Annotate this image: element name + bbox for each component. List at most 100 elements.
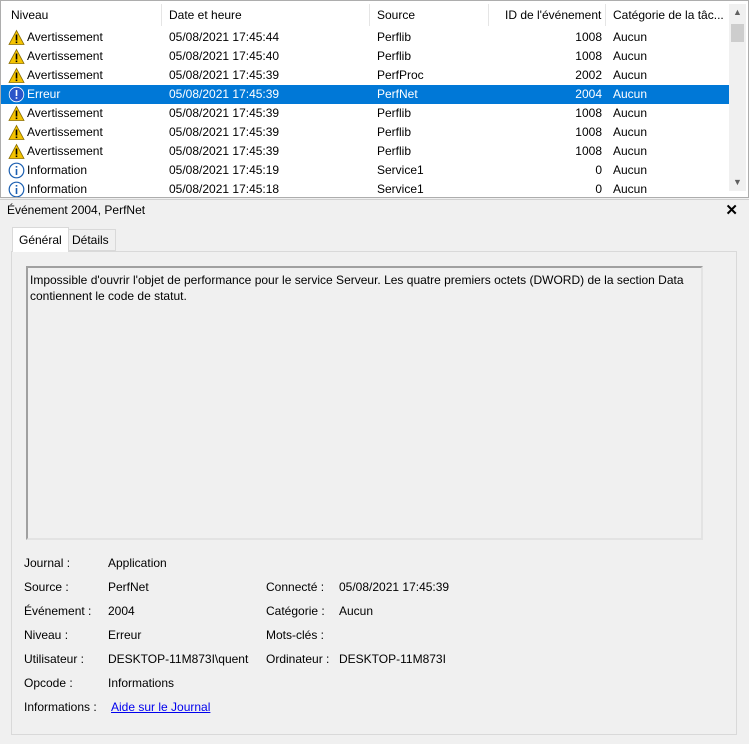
info-icon	[8, 162, 25, 179]
row-source: Service1	[377, 182, 424, 196]
row-event-id: 0	[595, 182, 602, 196]
source-value: PerfNet	[108, 580, 149, 594]
row-source: PerfProc	[377, 68, 424, 82]
aide-journal-link[interactable]: Aide sur le Journal	[111, 700, 210, 714]
row-event-id: 0	[595, 163, 602, 177]
row-event-id: 1008	[575, 30, 602, 44]
row-date: 05/08/2021 17:45:40	[169, 49, 280, 63]
vertical-scrollbar[interactable]: ▲ ▼	[729, 4, 746, 191]
row-source: Perflib	[377, 30, 412, 44]
table-row[interactable]: Information 05/08/2021 17:45:18 Service1 0 A…	[1, 180, 729, 197]
row-source: Perflib	[377, 144, 412, 158]
row-level: Avertissement	[27, 125, 103, 139]
row-category: Aucun	[613, 49, 648, 63]
table-row[interactable]: Avertissement 05/08/2021 17:45:39 Perflib 1…	[1, 104, 729, 123]
row-category: Aucun	[613, 68, 648, 82]
column-category[interactable]: Catégorie de la tâc...	[606, 4, 729, 26]
ordinateur-label: Ordinateur :	[266, 652, 330, 666]
opcode-label: Opcode :	[24, 676, 73, 690]
table-row[interactable]: Information 05/08/2021 17:45:19 Service1 0 A…	[1, 161, 729, 180]
row-date: 05/08/2021 17:45:39	[169, 125, 280, 139]
row-source: Perflib	[377, 125, 412, 139]
row-source: Service1	[377, 163, 424, 177]
column-source[interactable]: Source	[370, 4, 489, 26]
row-date: 05/08/2021 17:45:39	[169, 106, 280, 120]
tab-details[interactable]: Détails	[65, 229, 116, 251]
row-category: Aucun	[613, 87, 648, 101]
close-icon[interactable]: ✕	[725, 201, 738, 219]
column-date[interactable]: Date et heure	[162, 4, 370, 26]
categorie-value: Aucun	[339, 604, 374, 618]
info-icon	[8, 181, 25, 197]
row-level: Avertissement	[27, 106, 103, 120]
table-row[interactable]: Erreur 05/08/2021 17:45:39 PerfNet 2004 Aucu…	[1, 85, 729, 104]
motscles-label: Mots-clés :	[266, 628, 325, 642]
scroll-thumb[interactable]	[731, 24, 744, 42]
row-date: 05/08/2021 17:45:39	[169, 144, 280, 158]
utilisateur-value: DESKTOP-11M873I\quent	[108, 652, 249, 666]
row-event-id: 1008	[575, 49, 602, 63]
row-event-id: 2002	[575, 68, 602, 82]
row-source: Perflib	[377, 106, 412, 120]
column-header: Niveau Date et heure Source ID de l'évén…	[1, 4, 729, 26]
table-row[interactable]: Avertissement 05/08/2021 17:45:40 Perflib 1…	[1, 47, 729, 66]
connecte-value: 05/08/2021 17:45:39	[339, 580, 450, 594]
column-niveau[interactable]: Niveau	[4, 4, 162, 26]
row-level: Information	[27, 182, 88, 196]
row-category: Aucun	[613, 144, 648, 158]
row-level: Information	[27, 163, 88, 177]
row-event-id: 1008	[575, 144, 602, 158]
event-message[interactable]: Impossible d'ouvrir l'objet de performan…	[26, 266, 703, 540]
row-event-id: 1008	[575, 125, 602, 139]
row-date: 05/08/2021 17:45:19	[169, 163, 280, 177]
row-date: 05/08/2021 17:45:18	[169, 182, 280, 196]
row-date: 05/08/2021 17:45:39	[169, 87, 280, 101]
connecte-label: Connecté :	[266, 580, 325, 594]
table-row[interactable]: Avertissement 05/08/2021 17:45:39 PerfProc…	[1, 66, 729, 85]
row-level: Avertissement	[27, 30, 103, 44]
scroll-down-icon[interactable]: ▼	[729, 174, 746, 191]
row-level: Avertissement	[27, 49, 103, 63]
row-level: Avertissement	[27, 144, 103, 158]
warning-icon	[8, 105, 25, 122]
warning-icon	[8, 48, 25, 65]
evenement-value: 2004	[108, 604, 135, 618]
row-category: Aucun	[613, 30, 648, 44]
table-row[interactable]: Avertissement 05/08/2021 17:45:39 Perflib 1…	[1, 142, 729, 161]
niveau-label: Niveau :	[24, 628, 69, 642]
column-event-id[interactable]: ID de l'événement	[489, 4, 606, 26]
row-source: PerfNet	[377, 87, 418, 101]
row-category: Aucun	[613, 163, 648, 177]
table-row[interactable]: Avertissement 05/08/2021 17:45:39 Perflib 1…	[1, 123, 729, 142]
detail-titlebar: Événement 2004, PerfNet ✕	[0, 199, 749, 221]
row-category: Aucun	[613, 182, 648, 196]
journal-label: Journal :	[24, 556, 71, 570]
row-event-id: 2004	[575, 87, 602, 101]
warning-icon	[8, 29, 25, 46]
warning-icon	[8, 67, 25, 84]
evenement-label: Événement :	[24, 604, 92, 618]
row-level: Avertissement	[27, 68, 103, 82]
niveau-value: Erreur	[108, 628, 142, 642]
warning-icon	[8, 143, 25, 160]
event-rows: Avertissement 05/08/2021 17:45:44 Perflib 1…	[1, 28, 729, 197]
row-source: Perflib	[377, 49, 412, 63]
row-category: Aucun	[613, 125, 648, 139]
utilisateur-label: Utilisateur :	[24, 652, 85, 666]
ordinateur-value: DESKTOP-11M873I	[339, 652, 446, 666]
warning-icon	[8, 124, 25, 141]
journal-value: Application	[108, 556, 167, 570]
event-list[interactable]: Niveau Date et heure Source ID de l'évén…	[0, 0, 749, 198]
table-row[interactable]: Avertissement 05/08/2021 17:45:44 Perflib 1…	[1, 28, 729, 47]
categorie-label: Catégorie :	[266, 604, 325, 618]
source-label: Source :	[24, 580, 69, 594]
row-event-id: 1008	[575, 106, 602, 120]
row-date: 05/08/2021 17:45:44	[169, 30, 280, 44]
detail-title: Événement 2004, PerfNet	[7, 203, 146, 217]
row-level: Erreur	[27, 87, 61, 101]
scroll-up-icon[interactable]: ▲	[729, 4, 746, 21]
tab-general[interactable]: Général	[12, 227, 69, 252]
error-icon	[8, 86, 25, 103]
informations-label: Informations :	[24, 700, 97, 714]
opcode-value: Informations	[108, 676, 175, 690]
